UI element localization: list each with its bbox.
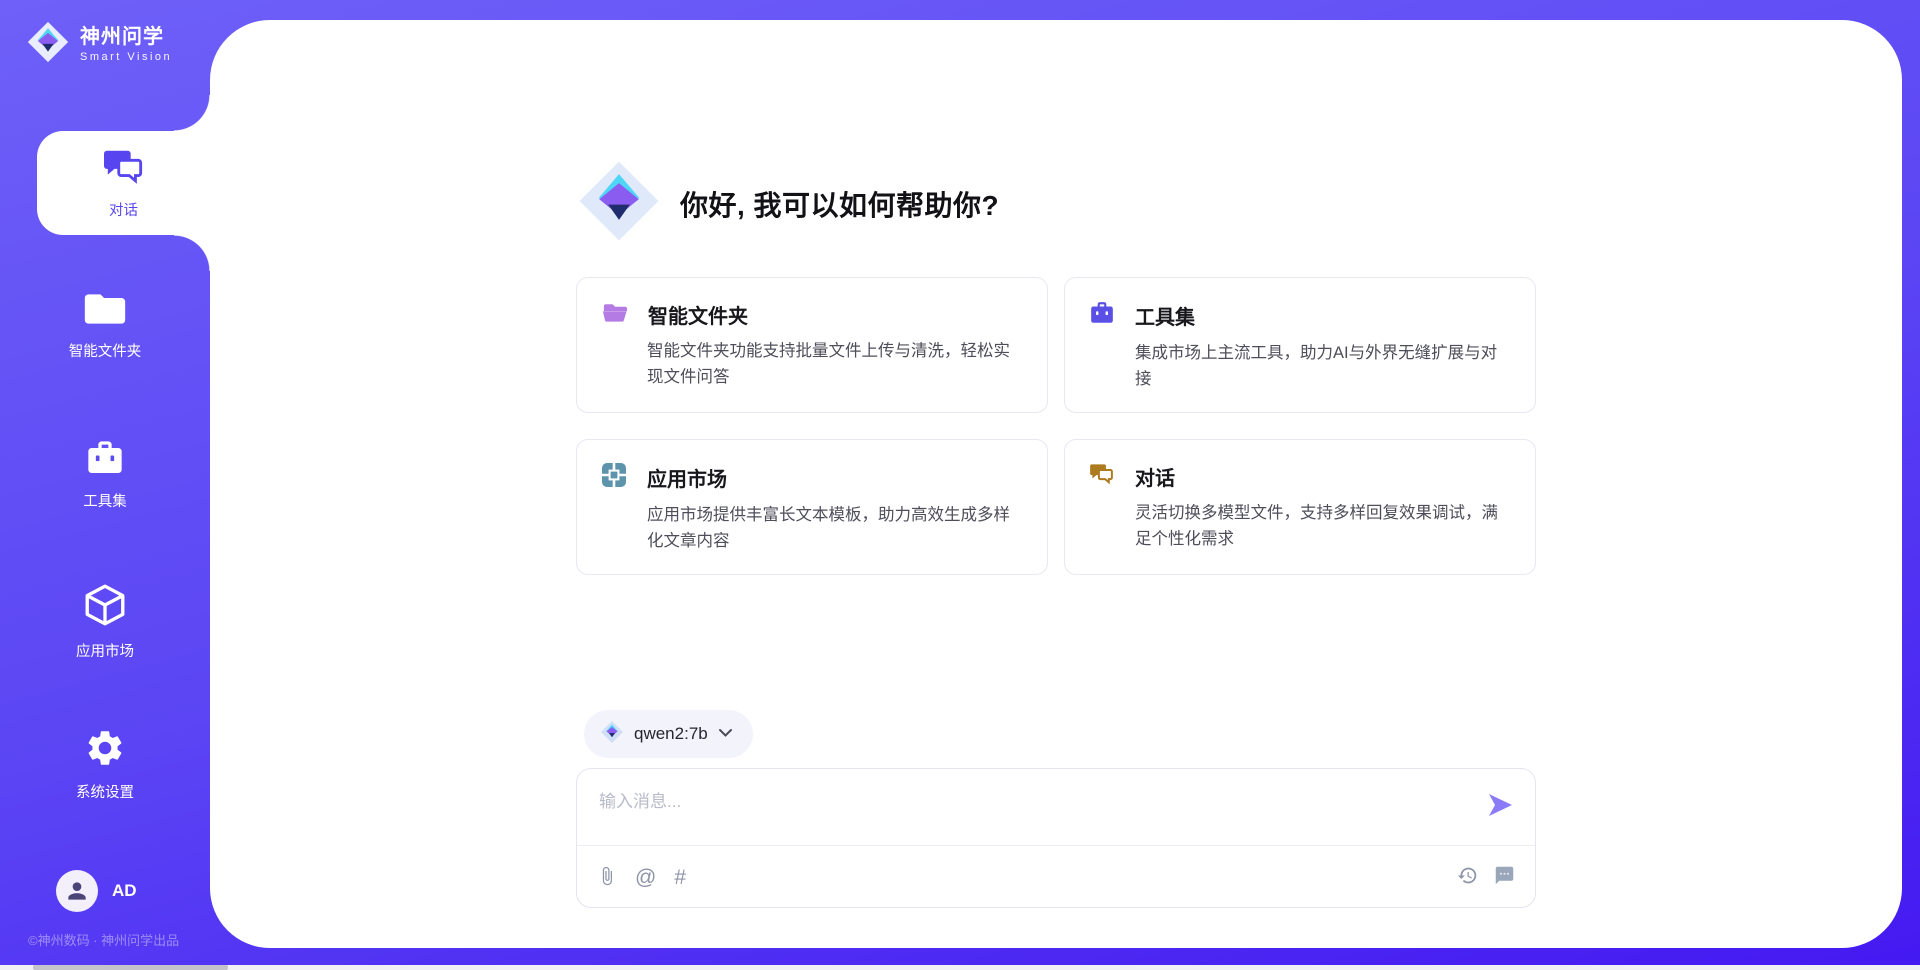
sidebar: 神州问学 Smart Vision 对话 智能文件夹 (0, 0, 210, 970)
cube-icon (83, 582, 127, 633)
chat-bubbles-icon (102, 147, 146, 192)
card-smart-folder[interactable]: 智能文件夹 智能文件夹功能支持批量文件上传与清洗，轻松实现文件问答 (576, 277, 1048, 413)
briefcase-icon (84, 438, 126, 483)
card-app-market[interactable]: 应用市场 应用市场提供丰富长文本模板，助力高效生成多样化文章内容 (576, 439, 1048, 575)
sidebar-item-label: 对话 (109, 199, 138, 220)
card-chat[interactable]: 对话 灵活切换多模型文件，支持多样回复效果调试，满足个性化需求 (1064, 439, 1536, 575)
card-description: 智能文件夹功能支持批量文件上传与清洗，轻松实现文件问答 (647, 339, 1023, 390)
user-profile[interactable]: AD (56, 870, 137, 912)
chevron-down-icon (718, 725, 733, 743)
sidebar-item-label: 系统设置 (76, 781, 134, 802)
send-button[interactable] (1485, 791, 1515, 821)
horizontal-scrollbar (0, 965, 1920, 970)
hashtag-button[interactable]: # (674, 867, 686, 888)
hash-icon: # (674, 867, 686, 888)
diamond-logo-icon (26, 20, 70, 69)
brand-subtitle: Smart Vision (80, 51, 172, 63)
chat-bubbles-icon (1089, 462, 1115, 491)
composer: qwen2:7b (576, 710, 1536, 908)
sidebar-item-settings[interactable]: 系统设置 (0, 727, 210, 802)
active-tab-fillet-bottom (174, 235, 210, 271)
sidebar-item-smart-folder[interactable]: 智能文件夹 (0, 290, 210, 361)
sidebar-item-label: 工具集 (83, 490, 127, 511)
sidebar-item-chat[interactable]: 对话 (37, 131, 210, 235)
greeting-title: 你好, 我可以如何帮助你? (680, 184, 999, 224)
user-initials: AD (112, 881, 137, 901)
history-icon (1457, 865, 1478, 889)
folder-icon (83, 290, 127, 333)
brand-name: 神州问学 (80, 26, 172, 48)
input-divider (577, 845, 1535, 846)
gear-icon (84, 727, 126, 774)
feature-cards: 智能文件夹 智能文件夹功能支持批量文件上传与清洗，轻松实现文件问答 工具集 集 (576, 277, 1536, 575)
main-panel: 你好, 我可以如何帮助你? 智能文件夹 智能文件夹功能支持批量文件上传与清洗，轻… (210, 20, 1902, 948)
message-input[interactable] (597, 785, 1471, 841)
at-icon: @ (635, 867, 656, 888)
scrollbar-thumb[interactable] (33, 965, 228, 970)
card-title: 对话 (1135, 462, 1175, 491)
folder-open-icon (601, 300, 628, 329)
sidebar-item-label: 智能文件夹 (69, 340, 142, 361)
brand: 神州问学 Smart Vision (26, 20, 172, 69)
card-description: 集成市场上主流工具，助力AI与外界无缝扩展与对接 (1135, 341, 1511, 392)
attachment-button[interactable] (597, 865, 617, 890)
mention-button[interactable]: @ (635, 867, 656, 888)
sidebar-item-app-market[interactable]: 应用市场 (0, 582, 210, 661)
conversation-button[interactable] (1494, 865, 1515, 889)
message-icon (1494, 865, 1515, 889)
diamond-logo-icon (576, 158, 662, 249)
card-toolset[interactable]: 工具集 集成市场上主流工具，助力AI与外界无缝扩展与对接 (1064, 277, 1536, 413)
briefcase-icon (1089, 300, 1115, 331)
sidebar-item-label: 应用市场 (76, 640, 134, 661)
input-toolbar: @ # (597, 847, 1515, 907)
card-description: 灵活切换多模型文件，支持多样回复效果调试，满足个性化需求 (1135, 501, 1511, 552)
card-description: 应用市场提供丰富长文本模板，助力高效生成多样化文章内容 (647, 503, 1023, 554)
attachment-icon (597, 865, 617, 890)
greeting: 你好, 我可以如何帮助你? (576, 158, 999, 249)
card-title: 应用市场 (647, 463, 727, 492)
model-name: qwen2:7b (634, 724, 708, 744)
card-title: 工具集 (1135, 301, 1195, 330)
model-selector[interactable]: qwen2:7b (584, 710, 753, 758)
active-tab-fillet-top (174, 95, 210, 131)
grid-cube-icon (601, 462, 627, 493)
history-button[interactable] (1457, 865, 1478, 889)
card-title: 智能文件夹 (648, 300, 748, 329)
diamond-logo-icon (600, 720, 624, 749)
message-input-box: @ # (576, 768, 1536, 908)
avatar (56, 870, 98, 912)
send-icon (1486, 807, 1514, 822)
sidebar-item-toolset[interactable]: 工具集 (0, 438, 210, 511)
copyright-text: ©神州数码 · 神州问学出品 (28, 930, 179, 949)
